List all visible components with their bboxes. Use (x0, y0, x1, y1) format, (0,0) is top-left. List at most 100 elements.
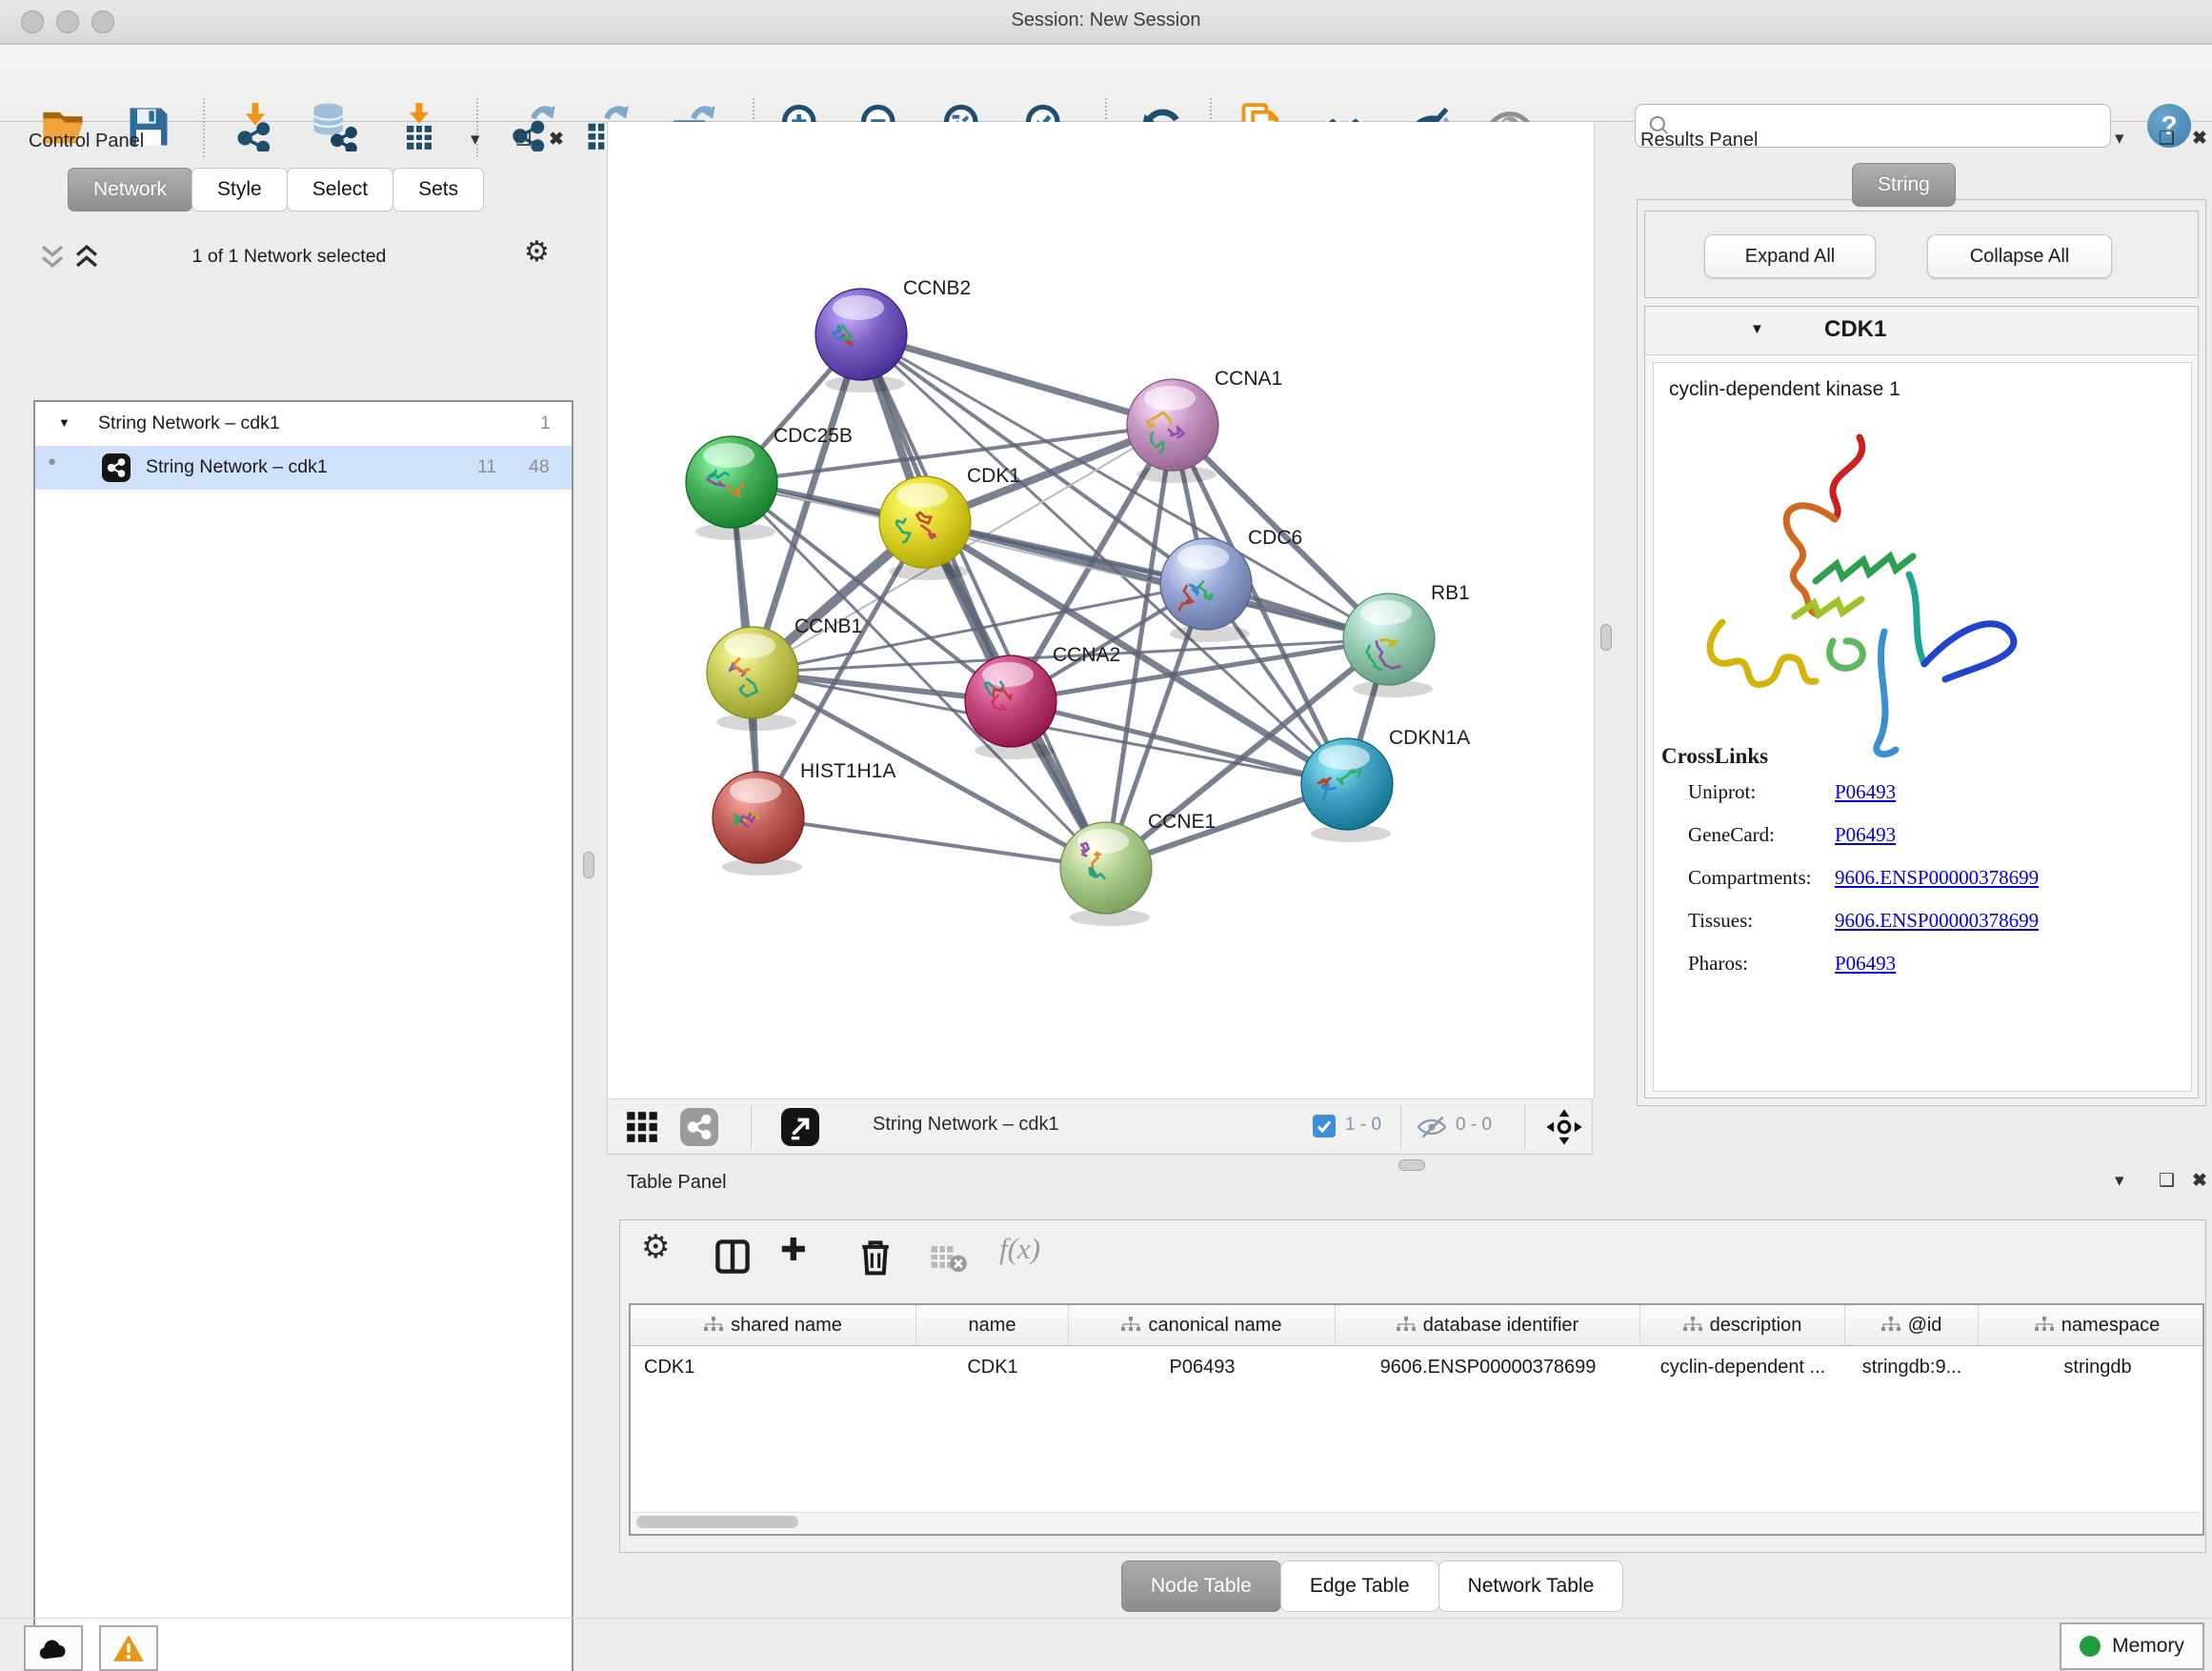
string-network-icon (102, 453, 131, 482)
panel-float-icon[interactable]: ❑ (515, 129, 532, 151)
crosslink-value-link[interactable]: 9606.ENSP00000378699 (1835, 909, 2039, 933)
column-header-name[interactable]: name (916, 1305, 1069, 1345)
collection-collapse-icon[interactable]: ▼ (58, 415, 70, 430)
network-tree: ▼ String Network – cdk1 1 ● String Netwo… (33, 400, 573, 1671)
panel-float-icon[interactable]: ❑ (2159, 128, 2175, 150)
network-canvas[interactable]: CCNB2CCNA1CDC25BCDK1CDC6RB1CCNB1CCNA2CDK… (607, 122, 1595, 1098)
tab-select[interactable]: Select (287, 168, 393, 211)
node-label-RB1: RB1 (1431, 582, 1470, 604)
column-header-shared-name[interactable]: shared name (631, 1305, 916, 1345)
string-network-graph[interactable]: CCNB2CCNA1CDC25BCDK1CDC6RB1CCNB1CCNA2CDK… (608, 122, 1594, 1098)
network-view-toolbar: String Network – cdk1 1 - 0 0 - 0 (607, 1098, 1593, 1155)
panel-menu-icon[interactable]: ▾ (2115, 128, 2124, 150)
table-cell[interactable]: stringdb (1979, 1346, 2204, 1388)
node-label-CDK1: CDK1 (967, 465, 1020, 487)
crosslink-label: Compartments: (1688, 866, 1812, 890)
node-label-HIST1H1A: HIST1H1A (800, 760, 895, 782)
panel-close-icon[interactable]: ✖ (2192, 1170, 2207, 1192)
tab-style[interactable]: Style (191, 168, 288, 211)
crosslink-value-link[interactable]: P06493 (1835, 780, 1896, 804)
table-settings-gear-icon[interactable]: ⚙ (641, 1228, 670, 1266)
tab-sets[interactable]: Sets (392, 168, 484, 211)
tab-network[interactable]: Network (68, 168, 192, 211)
network-node-count: 11 (477, 456, 496, 478)
warning-button[interactable] (99, 1625, 158, 1671)
column-header-description[interactable]: description (1640, 1305, 1845, 1345)
selected-nodes-checkbox[interactable] (1313, 1115, 1336, 1137)
table-cell[interactable]: P06493 (1069, 1346, 1336, 1388)
table-cell[interactable]: 9606.ENSP00000378699 (1336, 1346, 1640, 1388)
add-column-icon[interactable]: ✚ (780, 1231, 807, 1268)
delete-table-icon (927, 1236, 969, 1278)
memory-button[interactable]: Memory (2060, 1622, 2204, 1670)
column-header--id[interactable]: @id (1845, 1305, 1979, 1345)
crosslink-label: Uniprot: (1688, 780, 1756, 804)
table-cell[interactable]: CDK1 (631, 1346, 916, 1388)
collapse-all-button[interactable]: Collapse All (1927, 234, 2112, 278)
table-row[interactable]: CDK1CDK1P064939606.ENSP00000378699cyclin… (631, 1346, 2202, 1388)
tab-node-table[interactable]: Node Table (1121, 1560, 1281, 1612)
network-view-title: String Network – cdk1 (873, 1114, 1059, 1136)
tab-network-table[interactable]: Network Table (1438, 1560, 1624, 1612)
panel-float-icon[interactable]: ❑ (2159, 1170, 2175, 1192)
hidden-counts: 0 - 0 (1456, 1115, 1492, 1136)
hidden-eye-icon[interactable] (1416, 1114, 1448, 1140)
network-row-selected[interactable]: ● String Network – cdk1 11 48 (35, 446, 572, 490)
node-label-CDC6: CDC6 (1248, 527, 1302, 549)
panel-menu-icon[interactable]: ▾ (2115, 1170, 2124, 1192)
window-title: Session: New Session (0, 10, 2212, 31)
table-cell[interactable]: stringdb:9... (1845, 1346, 1979, 1388)
application-window: Session: New Session (0, 0, 2212, 1671)
node-label-CCNA2: CCNA2 (1053, 644, 1120, 666)
protein-description: cyclin-dependent kinase 1 (1669, 378, 1900, 401)
network-options-gear-icon[interactable]: ⚙ (524, 235, 550, 269)
tab-string[interactable]: String (1852, 163, 1956, 207)
tab-edge-table[interactable]: Edge Table (1280, 1560, 1439, 1612)
crosslinks-title: CrossLinks (1661, 744, 1768, 769)
network-current-dot: ● (48, 453, 56, 470)
memory-status-dot (2080, 1636, 2101, 1657)
node-table[interactable]: shared namenamecanonical namedatabase id… (629, 1303, 2204, 1536)
column-header-canonical-name[interactable]: canonical name (1069, 1305, 1336, 1345)
grid-view-icon[interactable] (623, 1108, 661, 1146)
column-header-database-identifier[interactable]: database identifier (1336, 1305, 1640, 1345)
cloud-icon (36, 1634, 70, 1662)
detach-view-icon[interactable] (781, 1108, 819, 1146)
edge-CCNB2-CCNA1[interactable] (861, 334, 1173, 425)
warning-icon (111, 1633, 146, 1663)
cdk1-section-header[interactable]: ▼ CDK1 (1645, 307, 2198, 355)
crosslink-value-link[interactable]: P06493 (1835, 823, 1896, 847)
results-panel: Results Panel ▾ ❑ ✖ String Expand All Co… (1593, 121, 2212, 1160)
network-view-share-icon[interactable] (680, 1108, 718, 1146)
edge-HIST1H1A-CCNE1[interactable] (758, 817, 1106, 868)
delete-column-trash-icon[interactable] (855, 1236, 896, 1278)
netbar-separator (1524, 1105, 1525, 1149)
scrollbar-thumb[interactable] (636, 1516, 798, 1528)
expand-collapse-bar: Expand All Collapse All (1644, 211, 2199, 298)
control-panel-title: Control Panel (29, 131, 144, 152)
section-collapse-icon[interactable]: ▼ (1750, 321, 1764, 337)
panel-close-icon[interactable]: ✖ (549, 129, 564, 151)
crosslink-value-link[interactable]: P06493 (1835, 952, 1896, 976)
node-CDKN1A[interactable]: CDKN1A (1301, 727, 1470, 842)
node-CCNE1[interactable]: CCNE1 (1060, 811, 1216, 926)
cdk1-detail-card: cyclin-dependent kinase 1 CrossLinks Uni… (1653, 362, 2192, 1092)
network-label: String Network – cdk1 (146, 456, 328, 478)
network-collection-row[interactable]: ▼ String Network – cdk1 1 (35, 402, 572, 446)
panel-menu-icon[interactable]: ▾ (471, 129, 480, 151)
column-header-namespace[interactable]: namespace (1979, 1305, 2204, 1345)
crosslink-value-link[interactable]: 9606.ENSP00000378699 (1835, 866, 2039, 890)
table-horizontal-scrollbar[interactable] (633, 1512, 2201, 1532)
show-columns-icon[interactable] (712, 1236, 754, 1278)
node-HIST1H1A[interactable]: HIST1H1A (713, 760, 895, 876)
left-splitter-handle[interactable] (583, 852, 594, 878)
node-RB1[interactable]: RB1 (1343, 582, 1470, 697)
node-CCNB2[interactable]: CCNB2 (815, 277, 971, 393)
selected-counts: 1 - 0 (1345, 1115, 1381, 1136)
table-cell[interactable]: CDK1 (916, 1346, 1069, 1388)
expand-all-button[interactable]: Expand All (1704, 234, 1876, 278)
panel-close-icon[interactable]: ✖ (2192, 128, 2207, 150)
table-cell[interactable]: cyclin-dependent ... (1640, 1346, 1845, 1388)
cloud-button[interactable] (24, 1625, 83, 1671)
birds-eye-view-icon[interactable] (1545, 1108, 1583, 1146)
